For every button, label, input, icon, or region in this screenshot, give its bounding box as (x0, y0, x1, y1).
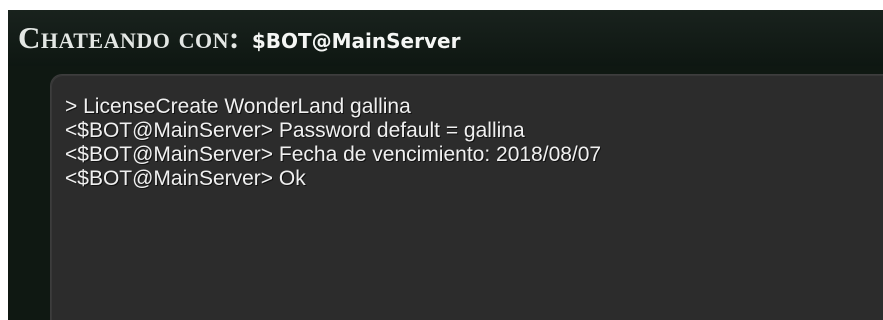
chat-log-panel[interactable]: > LicenseCreate WonderLand gallina <$BOT… (50, 74, 883, 320)
chat-partner-name: $BOT@MainServer (251, 29, 461, 53)
chat-titlebar[interactable]: Chateando con: $BOT@MainServer (8, 10, 883, 66)
chat-message: <$BOT@MainServer> Fecha de vencimiento: … (65, 143, 602, 166)
chat-title-prefix: Chateando con: (18, 20, 240, 55)
chat-message: <$BOT@MainServer> Ok (65, 167, 306, 190)
chat-window: Chateando con: $BOT@MainServer > License… (8, 10, 883, 320)
chat-log: > LicenseCreate WonderLand gallina <$BOT… (65, 95, 601, 191)
chat-title: Chateando con: $BOT@MainServer (18, 19, 460, 56)
chat-message: <$BOT@MainServer> Password default = gal… (65, 119, 525, 142)
chat-message-command: > LicenseCreate WonderLand gallina (65, 95, 411, 118)
